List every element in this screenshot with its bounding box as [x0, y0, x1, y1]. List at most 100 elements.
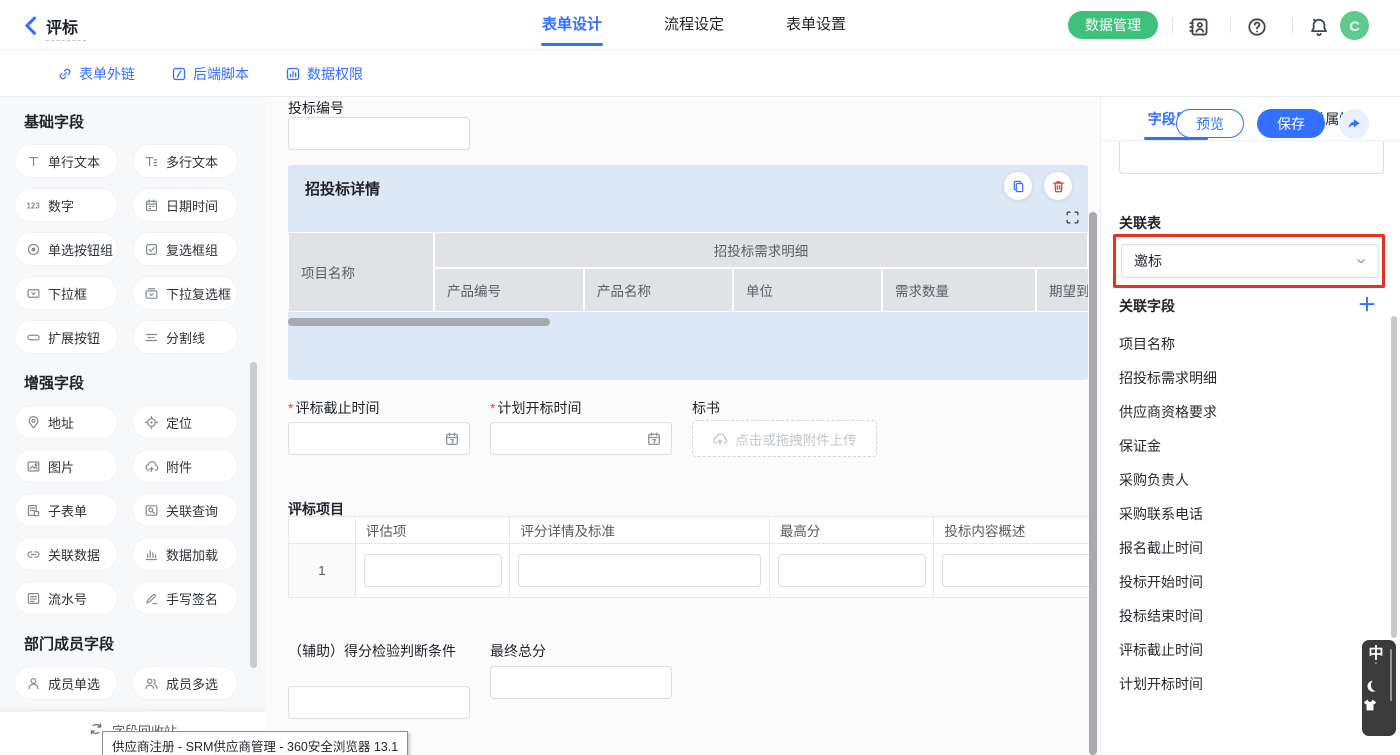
canvas-scrollbar[interactable]: [1089, 212, 1097, 755]
tab-form-setting[interactable]: 表单设置: [784, 0, 848, 50]
field-item-1-0[interactable]: 地址: [14, 405, 118, 439]
back-icon[interactable]: [20, 14, 42, 36]
share-button[interactable]: [1339, 109, 1369, 139]
toolbar-links: 表单外链 后端脚本 数据权限: [57, 50, 363, 97]
field-item-label: 多行文本: [166, 152, 218, 171]
help-icon[interactable]: [1246, 16, 1268, 38]
svg-text:123: 123: [26, 201, 40, 210]
toolbar-link-1[interactable]: 后端脚本: [171, 64, 249, 84]
select-icon: [26, 286, 41, 301]
field-item-2-0[interactable]: 成员单选: [14, 666, 118, 700]
related-field-item[interactable]: 采购联系电话: [1119, 505, 1369, 539]
field-label-aux: （辅助）得分检验判断条件: [288, 641, 456, 661]
related-fields-list: 项目名称招投标需求明细供应商资格要求保证金采购负责人采购联系电话报名截止时间投标…: [1119, 335, 1369, 709]
field-label-bid-doc: 标书: [692, 398, 720, 418]
page-title: 评标: [46, 14, 78, 38]
ime-lang-indicator[interactable]: 中: [1368, 645, 1383, 662]
related-field-item[interactable]: 保证金: [1119, 437, 1369, 471]
field-item-label: 附件: [166, 457, 192, 476]
preview-button[interactable]: 预览: [1176, 109, 1244, 138]
field-item-0-4[interactable]: 单选按钮组: [14, 232, 118, 266]
field-item-1-7[interactable]: 数据加载: [132, 537, 238, 571]
delete-field-button[interactable]: [1044, 172, 1072, 200]
eval-input[interactable]: [364, 554, 502, 587]
attach-icon: [144, 459, 159, 474]
dataload-icon: [144, 547, 159, 562]
toolbar-link-2[interactable]: 数据权限: [285, 64, 363, 84]
field-item-0-9[interactable]: 分割线: [132, 320, 238, 354]
save-button[interactable]: 保存: [1257, 109, 1325, 138]
field-item-label: 图片: [48, 457, 74, 476]
field-item-0-7[interactable]: 下拉复选框: [132, 276, 238, 310]
field-item-0-0[interactable]: 单行文本: [14, 144, 118, 178]
eval-input[interactable]: [942, 554, 1089, 587]
bid-no-input[interactable]: [288, 117, 470, 150]
field-item-1-5[interactable]: 关联查询: [132, 493, 238, 527]
field-item-0-2[interactable]: 123 数字: [14, 188, 118, 222]
field-item-1-8[interactable]: 流水号: [14, 581, 118, 615]
contacts-icon[interactable]: [1188, 16, 1210, 38]
field-item-label: 子表单: [48, 501, 87, 520]
field-item-1-9[interactable]: 手写签名: [132, 581, 238, 615]
tab-form-design[interactable]: 表单设计: [540, 0, 604, 50]
detail-subcol: 单位: [733, 268, 882, 312]
field-item-0-1[interactable]: 多行文本: [132, 144, 238, 178]
related-fields-label: 关联字段: [1119, 296, 1175, 316]
related-field-item[interactable]: 报名截止时间: [1119, 539, 1369, 573]
field-item-1-1[interactable]: 定位: [132, 405, 238, 439]
property-panel-scrollbar[interactable]: [1391, 316, 1397, 638]
field-item-1-6[interactable]: 关联数据: [14, 537, 118, 571]
related-field-item[interactable]: 项目名称: [1119, 335, 1369, 369]
toolbar-link-label: 后端脚本: [193, 64, 249, 84]
toolbar-link-0[interactable]: 表单外链: [57, 64, 135, 84]
eval-input[interactable]: [518, 554, 761, 587]
field-item-1-4[interactable]: 子表单: [14, 493, 118, 527]
field-item-1-3[interactable]: 附件: [132, 449, 238, 483]
avatar[interactable]: C: [1340, 11, 1369, 40]
related-field-item[interactable]: 采购负责人: [1119, 471, 1369, 505]
partial-property-input[interactable]: [1119, 142, 1384, 174]
related-field-item[interactable]: 投标开始时间: [1119, 573, 1369, 607]
related-field-item[interactable]: 投标结束时间: [1119, 607, 1369, 641]
add-related-field-button[interactable]: [1357, 294, 1377, 314]
copy-field-button[interactable]: [1004, 172, 1032, 200]
related-field-item[interactable]: 供应商资格要求: [1119, 403, 1369, 437]
data-manage-button[interactable]: 数据管理: [1068, 11, 1158, 39]
form-canvas: 投标编号 招投标详情 项目名称 招投标需求明细 产品编号 产品名称 单位 需求数…: [265, 97, 1089, 755]
field-item-label: 数字: [48, 196, 74, 215]
notification-bell-icon[interactable]: [1308, 16, 1330, 38]
lookup-icon: [144, 503, 159, 518]
fullscreen-corners-icon[interactable]: [1064, 209, 1081, 226]
sidebar-scrollbar[interactable]: [250, 362, 257, 668]
ime-punctuation-icon[interactable]: ʾ: [1374, 662, 1378, 672]
input-method-widget[interactable]: 中 ʾ: [1362, 640, 1396, 736]
field-item-label: 单选按钮组: [48, 240, 113, 259]
eval-table-row: 1: [289, 544, 1089, 597]
related-table-select[interactable]: 邀标: [1121, 244, 1379, 278]
related-field-item[interactable]: 计划开标时间: [1119, 675, 1369, 709]
detail-panel[interactable]: 招投标详情 项目名称 招投标需求明细 产品编号 产品名称 单位 需求数量 期望到…: [288, 165, 1088, 380]
field-item-0-8[interactable]: 扩展按钮: [14, 320, 118, 354]
field-item-2-1[interactable]: 成员多选: [132, 666, 238, 700]
final-score-input[interactable]: [490, 666, 672, 699]
eval-col: 投标内容概述: [934, 517, 1089, 543]
field-item-1-2[interactable]: 图片: [14, 449, 118, 483]
field-item-0-3[interactable]: 日期时间: [132, 188, 238, 222]
related-field-item[interactable]: 招投标需求明细: [1119, 369, 1369, 403]
tab-flow-setting[interactable]: 流程设定: [662, 0, 726, 50]
plan-open-input[interactable]: [490, 422, 672, 455]
app-header: 评标 表单设计 流程设定 表单设置 数据管理 C: [0, 0, 1400, 50]
eval-deadline-input[interactable]: [288, 422, 470, 455]
shirt-icon[interactable]: [1368, 693, 1384, 709]
extend-icon: [26, 330, 41, 345]
detail-table-hscrollbar[interactable]: [288, 318, 550, 326]
field-item-0-6[interactable]: 下拉框: [14, 276, 118, 310]
moon-icon[interactable]: [1368, 674, 1384, 690]
field-item-0-5[interactable]: 复选框组: [132, 232, 238, 266]
aux-condition-input[interactable]: [288, 686, 470, 719]
field-item-label: 日期时间: [166, 196, 218, 215]
header-divider: [1230, 18, 1231, 33]
eval-input[interactable]: [778, 554, 926, 587]
attachment-upload-box[interactable]: 点击或拖拽附件上传: [692, 420, 877, 457]
related-field-item[interactable]: 评标截止时间: [1119, 641, 1369, 675]
